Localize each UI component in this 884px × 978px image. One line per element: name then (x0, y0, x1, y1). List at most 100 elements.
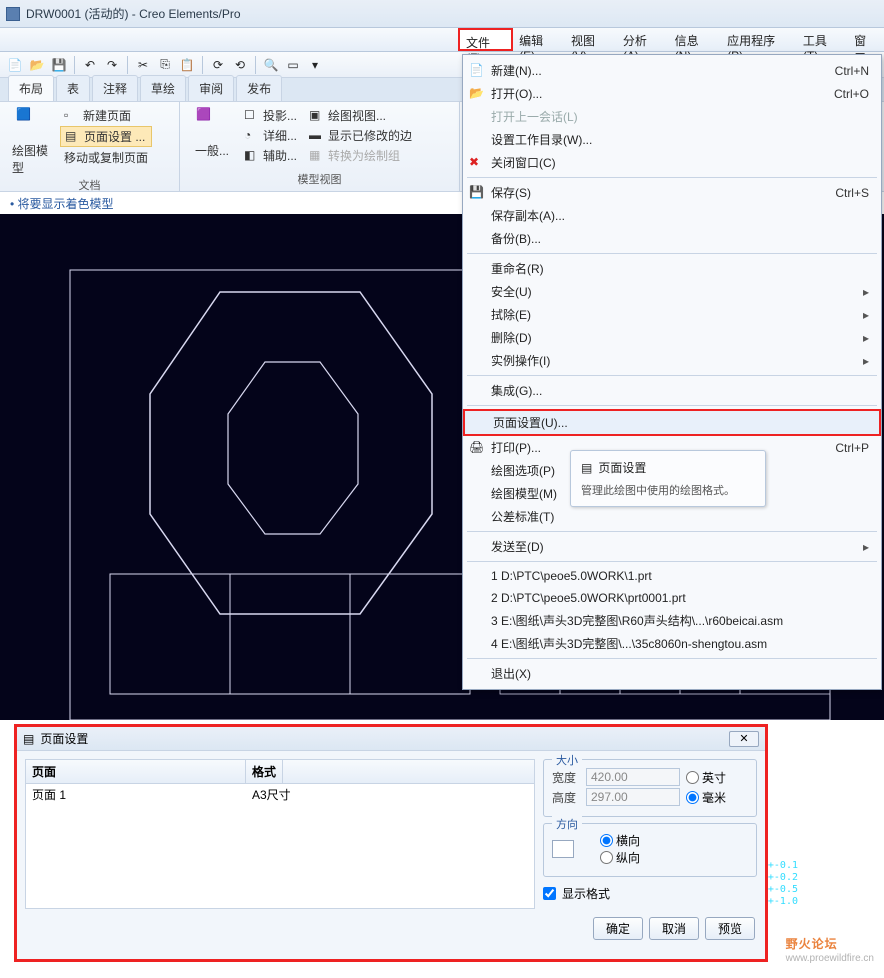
copy-icon[interactable]: ⎘ (156, 56, 174, 74)
menu-new[interactable]: 📄新建(N)...Ctrl+N (463, 59, 881, 82)
menu-security[interactable]: 安全(U)▸ (463, 280, 881, 303)
preview-button[interactable]: 预览 (705, 917, 755, 940)
menu-erase[interactable]: 拭除(E)▸ (463, 303, 881, 326)
page-table[interactable]: 页面 格式 页面 1 A3尺寸 (25, 759, 535, 909)
separator (467, 658, 877, 659)
paste-icon[interactable]: 📋 (178, 56, 196, 74)
show-format-checkbox[interactable]: 显示格式 (543, 885, 757, 902)
chevron-right-icon: ▸ (863, 540, 869, 554)
detailed-button[interactable]: ◔详细... (240, 126, 301, 145)
projection-button[interactable]: ☐投影... (240, 106, 301, 125)
menu-file[interactable]: 文件(F) (458, 28, 513, 51)
size-fieldset: 大小 宽度 英寸 高度 毫米 (543, 759, 757, 817)
unit-mm-radio[interactable]: 毫米 (686, 789, 726, 806)
table-row[interactable]: 页面 1 A3尺寸 (26, 784, 534, 805)
label: 绘图模型 (12, 142, 52, 176)
dialog-icon: ▤ (23, 732, 34, 746)
select-icon[interactable]: ▭ (284, 56, 302, 74)
menu-integrate[interactable]: 集成(G)... (463, 379, 881, 402)
find-icon[interactable]: 🔍 (262, 56, 280, 74)
drawing-models-button[interactable]: 🟦 绘图模型 (8, 106, 56, 177)
menu-save-copy[interactable]: 保存副本(A)... (463, 204, 881, 227)
menu-view[interactable]: 视图(V) (565, 28, 617, 51)
dialog-title: 页面设置 (40, 730, 88, 747)
page-setup-button[interactable]: ▤页面设置 ... (60, 126, 152, 147)
menu-recent-3[interactable]: 3 E:\图纸\声头3D完整图\R60声头结构\...\r60beicai.as… (463, 609, 881, 632)
menu-info[interactable]: 信息(N) (669, 28, 722, 51)
cube2-icon: 🟪 (196, 107, 228, 139)
menu-instance[interactable]: 实例操作(I)▸ (463, 349, 881, 372)
close-x-icon: ✖ (469, 155, 485, 171)
menu-open-last: 打开上一会话(L) (463, 105, 881, 128)
cancel-button[interactable]: 取消 (649, 917, 699, 940)
close-button[interactable]: ✕ (729, 731, 759, 747)
page-setup-tooltip: ▤页面设置 管理此绘图中使用的绘图格式。 (570, 450, 766, 507)
unit-inch-radio[interactable]: 英寸 (686, 769, 726, 786)
ok-button[interactable]: 确定 (593, 917, 643, 940)
separator (74, 56, 75, 74)
menu-send-to[interactable]: 发送至(D)▸ (463, 535, 881, 558)
tab-review[interactable]: 审阅 (188, 75, 234, 101)
convert-group-button: ▦转换为绘制组 (305, 146, 416, 165)
dview-icon: ▣ (309, 108, 325, 124)
auxiliary-button[interactable]: ◧辅助... (240, 146, 301, 165)
save-icon[interactable]: 💾 (50, 56, 68, 74)
menu-page-setup[interactable]: 页面设置(U)... (463, 409, 881, 436)
menu-tools[interactable]: 工具(T) (797, 28, 848, 51)
redo-icon[interactable]: ↷ (103, 56, 121, 74)
tab-publish[interactable]: 发布 (236, 75, 282, 101)
separator (467, 375, 877, 376)
separator (467, 531, 877, 532)
menu-recent-2[interactable]: 2 D:\PTC\peoe5.0WORK\prt0001.prt (463, 587, 881, 609)
menubar: 文件(F) 编辑(E) 视图(V) 分析(A) 信息(N) 应用程序(P) 工具… (0, 28, 884, 52)
menu-save[interactable]: 💾保存(S)Ctrl+S (463, 181, 881, 204)
general-view-button[interactable]: 🟪 一般... (188, 106, 236, 165)
menu-exit[interactable]: 退出(X) (463, 662, 881, 685)
cube-icon: 🟦 (16, 107, 48, 139)
chevron-right-icon: ▸ (863, 354, 869, 368)
height-input[interactable] (586, 788, 680, 806)
folder-icon: 📂 (469, 86, 485, 102)
width-input[interactable] (586, 768, 680, 786)
undo-icon[interactable]: ↶ (81, 56, 99, 74)
dialog-titlebar: ▤ 页面设置 ✕ (17, 727, 765, 751)
menu-backup[interactable]: 备份(B)... (463, 227, 881, 250)
orient-landscape-radio[interactable]: 横向 (600, 832, 640, 849)
menu-rename[interactable]: 重命名(R) (463, 257, 881, 280)
tab-annotate[interactable]: 注释 (92, 75, 138, 101)
tab-sketch[interactable]: 草绘 (140, 75, 186, 101)
new-page-button[interactable]: ▫新建页面 (60, 106, 152, 125)
menu-edit[interactable]: 编辑(E) (513, 28, 565, 51)
regen-icon[interactable]: ⟳ (209, 56, 227, 74)
menu-recent-4[interactable]: 4 E:\图纸\声头3D完整图\...\35c8060n-shengtou.as… (463, 632, 881, 655)
regen2-icon[interactable]: ⟲ (231, 56, 249, 74)
proj-icon: ☐ (244, 108, 260, 124)
menu-set-wd[interactable]: 设置工作目录(W)... (463, 128, 881, 151)
separator (467, 177, 877, 178)
menu-apps[interactable]: 应用程序(P) (721, 28, 797, 51)
menu-tolerance-std[interactable]: 公差标准(T) (463, 505, 881, 528)
drawing-view-button[interactable]: ▣绘图视图... (305, 106, 416, 125)
watermark: 野火论坛 www.proewildfire.cn (786, 932, 874, 964)
menu-open[interactable]: 📂打开(O)...Ctrl+O (463, 82, 881, 105)
tab-table[interactable]: 表 (56, 75, 90, 101)
new-icon[interactable]: 📄 (6, 56, 24, 74)
show-modified-button[interactable]: ▬显示已修改的边 (305, 126, 416, 145)
menu-analysis[interactable]: 分析(A) (617, 28, 669, 51)
menu-close-window[interactable]: ✖关闭窗口(C) (463, 151, 881, 174)
group-label: 模型视图 (188, 171, 451, 187)
titlebar: DRW0001 (活动的) - Creo Elements/Pro (0, 0, 884, 28)
separator (255, 56, 256, 74)
menu-window[interactable]: 窗口 (848, 28, 884, 51)
orient-portrait-radio[interactable]: 纵向 (600, 849, 640, 866)
move-copy-page-button[interactable]: 移动或复制页面 (60, 148, 152, 167)
selmode-icon[interactable]: ▾ (306, 56, 324, 74)
menu-delete[interactable]: 删除(D)▸ (463, 326, 881, 349)
tab-layout[interactable]: 布局 (8, 75, 54, 101)
separator (202, 56, 203, 74)
detail-icon: ◔ (244, 128, 260, 144)
cut-icon[interactable]: ✂ (134, 56, 152, 74)
file-menu-dropdown: 📄新建(N)...Ctrl+N 📂打开(O)...Ctrl+O 打开上一会话(L… (462, 54, 882, 690)
menu-recent-1[interactable]: 1 D:\PTC\peoe5.0WORK\1.prt (463, 565, 881, 587)
open-icon[interactable]: 📂 (28, 56, 46, 74)
